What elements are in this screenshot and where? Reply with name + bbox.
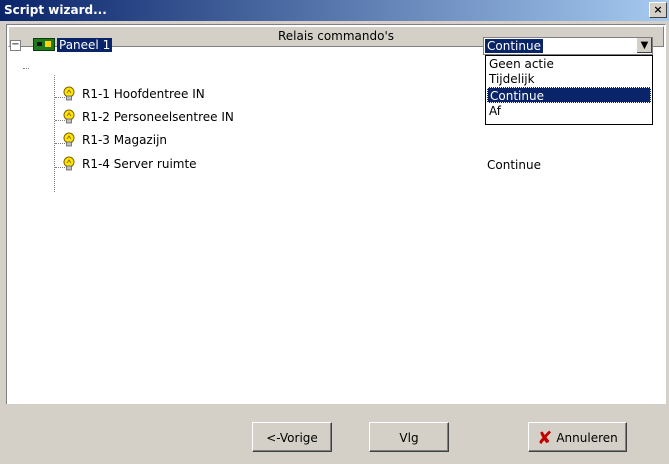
dropdown-button[interactable]: ▼ [636,38,652,53]
tree-connector [23,68,29,69]
relay-value-text: Continue [487,158,541,172]
option-continue[interactable]: Continue [487,87,651,103]
tree-item-label: Paneel 1 [57,38,113,52]
cancel-button[interactable]: ✘ Annuleren [528,422,627,452]
next-button[interactable]: Vlg [369,422,449,452]
title-bar: Script wizard... × [0,0,669,21]
collapse-toggle[interactable]: − [10,40,21,51]
lightbulb-icon [63,132,75,147]
tree-item-relay[interactable]: R1-1 Hoofdentree IN [82,85,205,103]
tree-connector-vertical [54,75,55,192]
minus-icon: − [11,39,20,50]
relay-action-dropdown: Geen actie Tijdelijk Continue Af [485,55,653,125]
chevron-down-icon: ▼ [640,40,649,51]
relay-action-select[interactable]: Continue ▼ [483,37,653,55]
previous-button[interactable]: <-Vorige [252,422,332,452]
window-title: Script wizard... [4,3,107,17]
close-icon: × [653,3,663,16]
tree-item-paneel-1[interactable]: Paneel 1 [57,36,113,54]
close-button[interactable]: × [649,2,667,18]
relay-action-value: Continue [485,39,543,53]
tree-item-label: R1-1 Hoofdentree IN [82,87,205,101]
lightbulb-icon [63,109,75,124]
cancel-icon: ✘ [537,427,553,449]
tree-item-label: R1-4 Server ruimte [82,157,197,171]
lightbulb-icon [63,86,75,101]
button-bar: <-Vorige Vlg ✘ Annuleren [0,404,669,464]
option-geen-actie[interactable]: Geen actie [487,56,651,72]
tree-item-label: R1-3 Magazijn [82,133,168,147]
tree-item-relay[interactable]: R1-2 Personeelsentree IN [82,108,234,126]
option-tijdelijk[interactable]: Tijdelijk [487,71,651,87]
option-af[interactable]: Af [487,103,651,119]
circuit-board-icon [33,38,55,51]
tree-item-relay[interactable]: R1-3 Magazijn [82,131,167,149]
tree-item-label: R1-2 Personeelsentree IN [82,110,234,124]
relay-value: Continue [487,156,541,174]
tree-item-relay[interactable]: R1-4 Server ruimte [82,155,197,173]
cancel-label: Annuleren [556,431,618,445]
lightbulb-icon [63,156,75,171]
